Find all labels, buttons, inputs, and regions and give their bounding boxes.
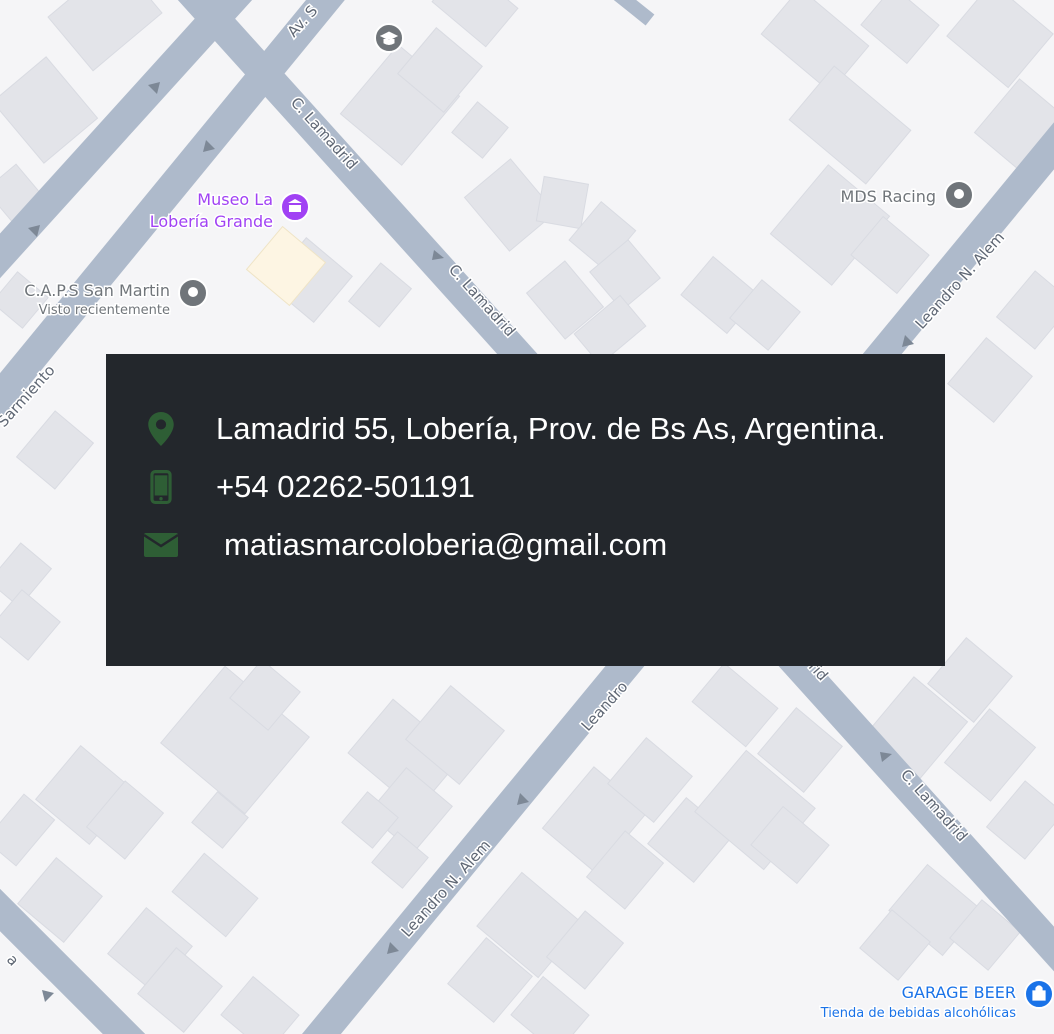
location-pin-icon [106,412,216,446]
museum-name-line1: Museo La [197,190,273,209]
museum-name-line2: Lobería Grande [150,212,273,231]
address-text: Lamadrid 55, Lobería, Prov. de Bs As, Ar… [216,411,886,446]
mds-racing-name: MDS Racing [841,187,936,206]
contact-info-panel: Lamadrid 55, Lobería, Prov. de Bs As, Ar… [106,354,945,666]
email-row: matiasmarcoloberia@gmail.com [106,506,945,584]
garage-beer-subtitle: Tienda de bebidas alcohólicas [820,1006,1017,1021]
email-text[interactable]: matiasmarcoloberia@gmail.com [216,527,667,563]
phone-text[interactable]: +54 02262-501191 [216,469,475,505]
garage-beer-name: GARAGE BEER [902,983,1016,1002]
mobile-phone-icon [106,470,216,504]
school-marker[interactable] [374,23,404,53]
caps-subtitle: Visto recientemente [39,303,170,318]
caps-name: C.A.P.S San Martin [24,281,170,300]
envelope-icon [106,533,216,557]
